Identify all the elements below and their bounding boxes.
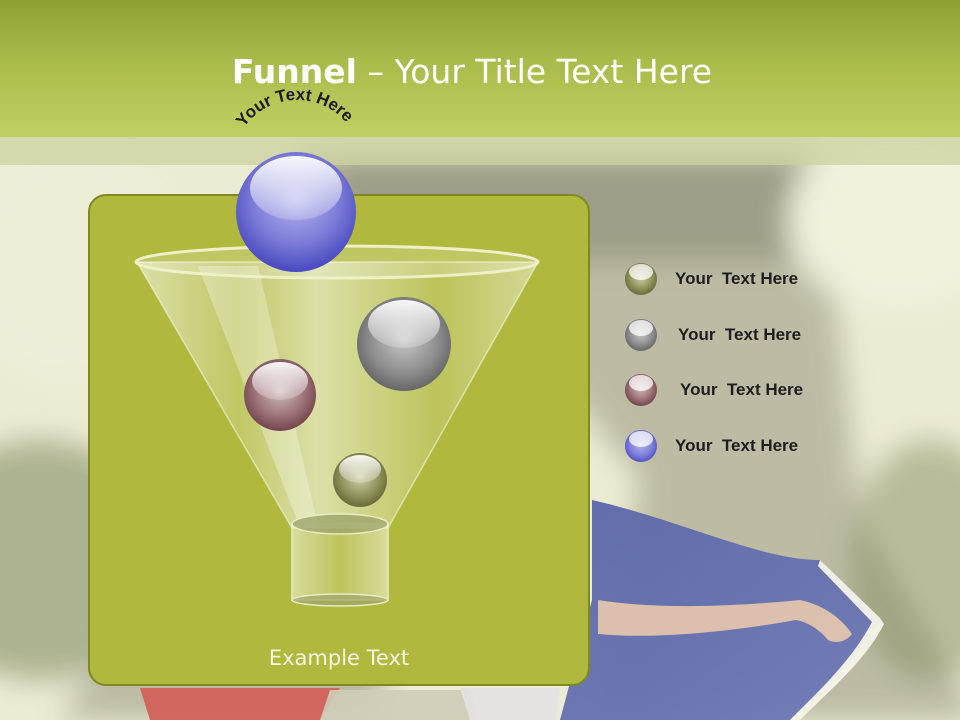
slide: Funnel – Your Title Text Here Your Text … [0,0,960,720]
slide-title: Funnel – Your Title Text Here [0,52,944,91]
title-band-strip [0,137,960,165]
legend-item: Your Text Here [624,262,798,296]
legend-item: Your Text Here [624,429,798,463]
legend-item: Your Text Here [624,373,803,407]
legend-label: Your Text Here [675,436,799,455]
legend-item: Your Text Here [624,318,801,352]
title-bold: Funnel [231,52,357,91]
example-text: Example Text [268,646,410,670]
legend-label: Your Text Here [675,269,799,288]
legend-ball-icon [625,263,657,295]
legend-ball-icon [625,430,657,462]
legend-ball-icon [625,374,657,406]
legend-label: Your Text Here [680,380,804,399]
title-rest: – Your Title Text Here [356,52,713,91]
funnel-panel [88,194,590,686]
legend-ball-icon [625,319,657,351]
legend-label: Your Text Here [678,325,802,344]
